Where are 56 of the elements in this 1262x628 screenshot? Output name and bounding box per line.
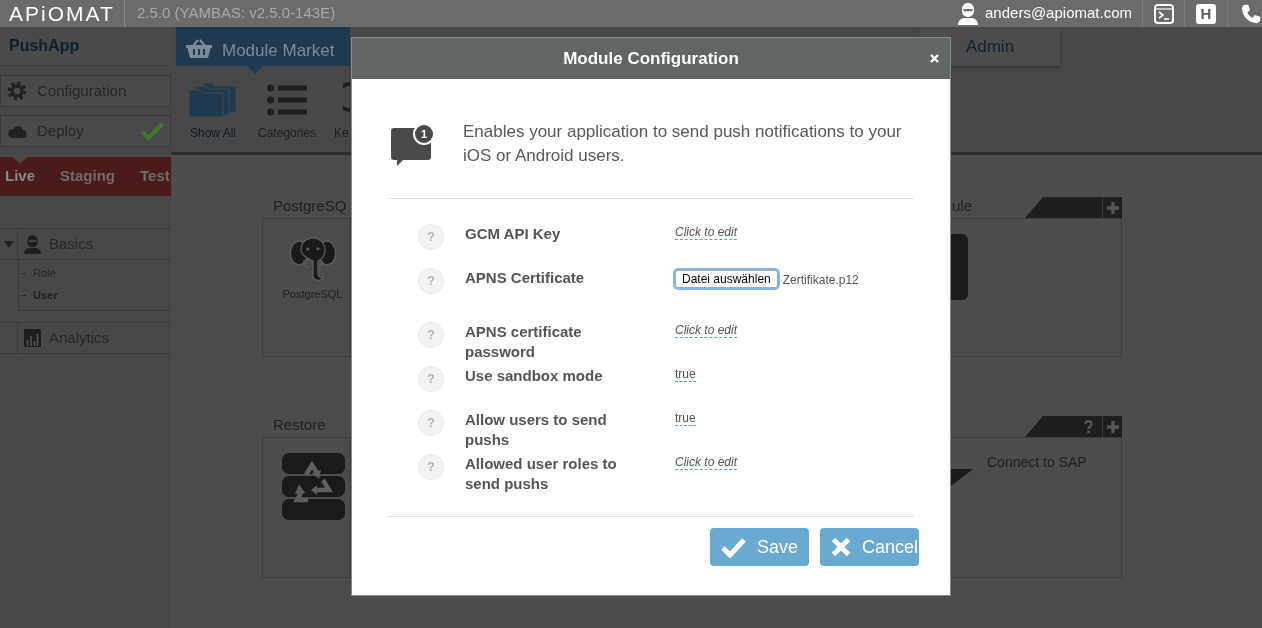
basket-icon (186, 39, 212, 58)
file-name: Zertifikate.p12 (782, 272, 859, 289)
help-button[interactable]: ? (418, 366, 444, 392)
cloud-icon (7, 123, 27, 139)
person-icon (24, 234, 41, 254)
x-icon (831, 537, 851, 557)
dialog-title: Module Configuration (563, 47, 739, 70)
field-label: APNS certificate password (465, 322, 583, 362)
cancel-button[interactable]: Cancel (820, 528, 919, 566)
editable-value[interactable]: Click to edit (675, 455, 738, 470)
corner-triangle-icon (951, 469, 973, 486)
gear-icon (7, 81, 27, 101)
environment-tab[interactable]: Staging (60, 157, 115, 196)
list-icon (267, 82, 307, 118)
dialog-description: Enables your application to send push notifications to your iOS or Android users. (463, 121, 903, 167)
notification-badge: 1 (413, 123, 435, 145)
close-icon[interactable] (930, 54, 939, 63)
help-button[interactable]: ? (418, 322, 444, 348)
bar-chart-icon (24, 329, 41, 347)
plus-icon[interactable] (1106, 420, 1119, 433)
field-label: Use sandbox mode (465, 366, 604, 386)
editable-value[interactable]: true (675, 367, 696, 382)
choose-file-button[interactable]: Datei auswählen (675, 270, 778, 288)
field-label: APNS Certificate (465, 268, 586, 288)
folders-icon (189, 82, 237, 118)
phone-icon[interactable] (1240, 2, 1262, 25)
editable-value[interactable]: Click to edit (675, 225, 738, 240)
h-button[interactable]: H (1196, 3, 1216, 24)
partial-ring-icon (343, 82, 350, 112)
user-icon (958, 2, 979, 25)
help-button[interactable]: ? (418, 268, 444, 294)
module-card[interactable] (262, 437, 351, 578)
user-email[interactable]: anders@apiomat.com (985, 2, 1132, 25)
tab[interactable]: Module Market (176, 27, 350, 74)
terminal-icon[interactable] (1153, 3, 1174, 24)
field-label: Allow users to send pushs (465, 410, 608, 450)
tile-icon (951, 234, 968, 300)
help-button[interactable]: ? (418, 224, 444, 250)
field-label: Allowed user roles to send pushs (465, 454, 618, 494)
version-label: 2.5.0 (YAMBAS: v2.5.0-143E) (137, 3, 336, 24)
editable-value[interactable]: true (675, 411, 696, 426)
help-button[interactable]: ? (418, 410, 444, 436)
check-icon (721, 536, 746, 558)
editable-value[interactable]: Click to edit (675, 323, 738, 338)
environment-tab[interactable]: Test (140, 157, 170, 196)
save-button[interactable]: Save (710, 528, 809, 566)
caret-icon[interactable] (3, 240, 14, 248)
filter-button[interactable]: Show All (188, 82, 238, 142)
environment-tab[interactable]: Live (5, 157, 35, 196)
elephant-head-icon (289, 236, 336, 282)
module-card[interactable] (950, 218, 1122, 357)
help-icon[interactable] (1084, 420, 1093, 433)
help-button[interactable]: ? (418, 454, 444, 480)
plus-icon[interactable] (1106, 201, 1119, 214)
field-label: GCM API Key (465, 224, 562, 244)
recycle-icon (282, 453, 345, 520)
